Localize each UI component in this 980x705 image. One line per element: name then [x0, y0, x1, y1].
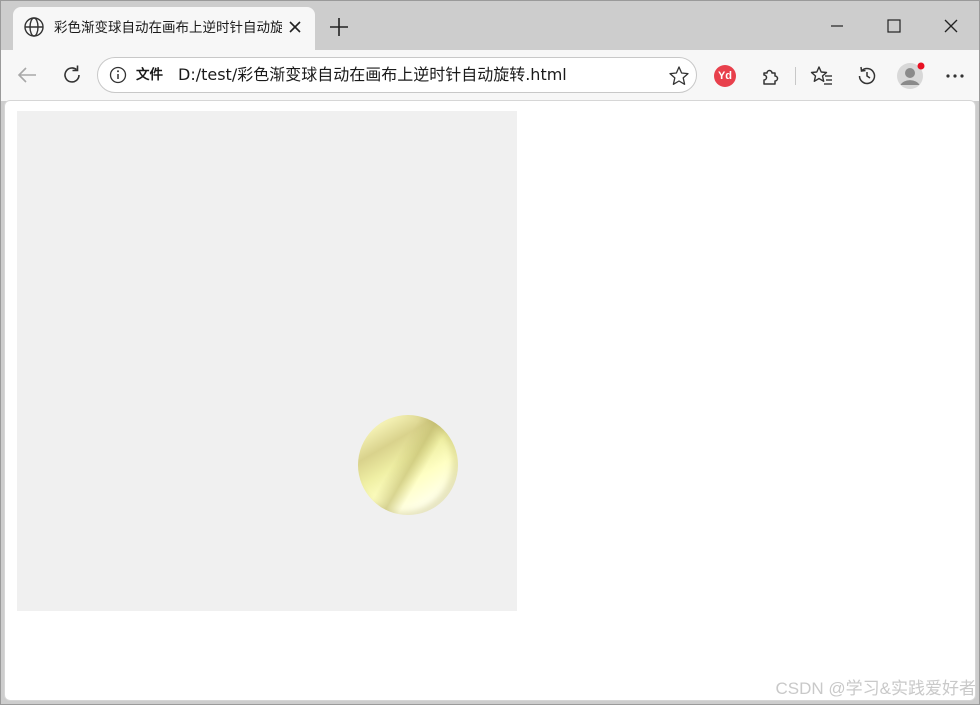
address-scheme-label: 文件	[136, 67, 163, 83]
globe-icon	[24, 17, 44, 37]
address-url[interactable]: D:/test/彩色渐变球自动在画布上逆时针自动旋转.html	[178, 65, 567, 85]
history-icon[interactable]	[855, 64, 879, 88]
maximize-icon[interactable]	[883, 15, 905, 37]
tab-title: 彩色渐变球自动在画布上逆时针自动旋转	[54, 20, 282, 36]
browser-tab[interactable]: 彩色渐变球自动在画布上逆时针自动旋转	[13, 7, 315, 50]
csdn-watermark: CSDN @学习&实践爱好者	[775, 679, 977, 698]
toolbar-divider	[795, 67, 796, 85]
close-tab-icon[interactable]	[285, 17, 305, 37]
info-icon[interactable]	[109, 66, 127, 84]
back-arrow-icon[interactable]	[15, 63, 39, 87]
favorite-star-icon[interactable]	[668, 65, 690, 87]
youdao-extension-icon[interactable]: Yd	[714, 65, 736, 87]
refresh-icon[interactable]	[60, 63, 84, 87]
extensions-puzzle-icon[interactable]	[759, 64, 783, 88]
minimize-icon[interactable]	[826, 15, 848, 37]
profile-avatar-icon[interactable]	[896, 61, 926, 91]
new-tab-plus-icon[interactable]	[327, 15, 351, 39]
title-bar: 彩色渐变球自动在画布上逆时针自动旋转	[1, 1, 979, 50]
page-viewport	[4, 100, 976, 701]
more-menu-icon[interactable]	[943, 64, 967, 88]
drawing-canvas	[17, 111, 517, 611]
gradient-ball	[358, 415, 458, 515]
window-close-icon[interactable]	[940, 15, 962, 37]
favorites-icon[interactable]	[810, 64, 834, 88]
address-bar[interactable]: 文件 D:/test/彩色渐变球自动在画布上逆时针自动旋转.html	[97, 57, 697, 93]
browser-window: 彩色渐变球自动在画布上逆时针自动旋转 文件 D:/test/彩色渐变球自动在画布…	[0, 0, 980, 705]
